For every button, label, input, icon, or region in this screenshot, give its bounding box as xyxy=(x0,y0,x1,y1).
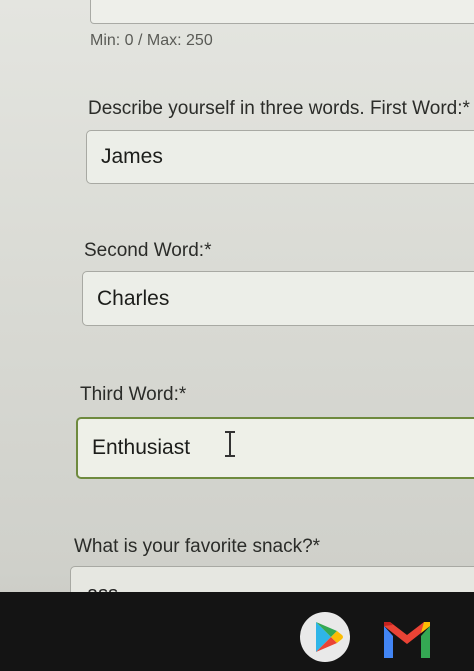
first-word-label-text: Describe yourself in three words. First … xyxy=(88,98,463,119)
required-asterisk: * xyxy=(462,98,470,119)
second-word-label: Second Word:* xyxy=(84,240,211,262)
third-word-label-text: Third Word: xyxy=(80,384,179,405)
snack-input[interactable]: ass xyxy=(70,566,474,592)
required-asterisk: * xyxy=(178,384,187,405)
first-word-value: James xyxy=(101,145,163,168)
character-limit-hint: Min: 0 / Max: 250 xyxy=(90,32,213,49)
form-page: Min: 0 / Max: 250 Describe yourself in t… xyxy=(0,0,474,671)
snack-label-text: What is your favorite snack? xyxy=(74,536,313,557)
required-asterisk: * xyxy=(204,240,212,261)
snack-value: ass xyxy=(87,583,118,592)
gmail-icon[interactable] xyxy=(380,618,434,662)
snack-label: What is your favorite snack?* xyxy=(74,536,320,558)
snack-input-clip: ass xyxy=(70,566,474,592)
third-word-input[interactable]: Enthusiast xyxy=(76,417,474,479)
play-store-icon[interactable] xyxy=(300,612,350,662)
first-word-label: Describe yourself in three words. First … xyxy=(88,98,470,120)
first-word-input[interactable]: James xyxy=(86,130,474,184)
third-word-label: Third Word:* xyxy=(80,384,186,406)
previous-textarea[interactable] xyxy=(90,0,474,24)
second-word-input[interactable]: Charles xyxy=(82,271,474,326)
second-word-label-text: Second Word: xyxy=(84,240,205,261)
text-cursor-icon xyxy=(222,430,238,458)
second-word-value: Charles xyxy=(97,286,170,310)
third-word-value: Enthusiast xyxy=(92,436,191,459)
required-asterisk: * xyxy=(312,536,321,557)
